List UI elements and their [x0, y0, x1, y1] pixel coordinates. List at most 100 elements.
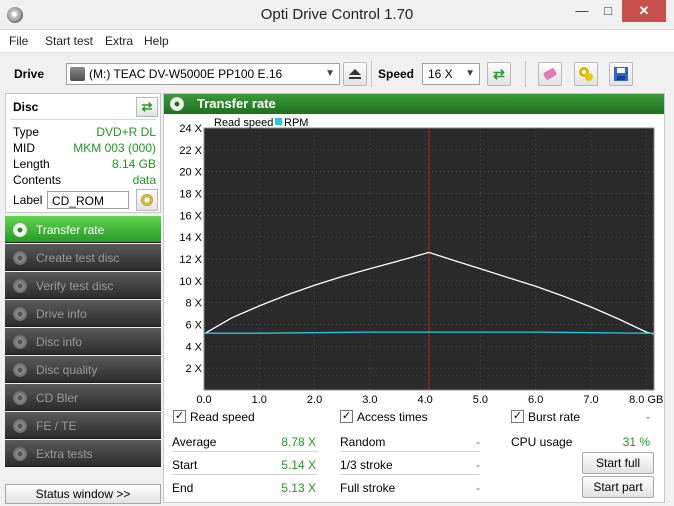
divider	[340, 474, 480, 475]
speed-value: 16 X	[428, 67, 453, 81]
disc-row-key: Contents	[13, 173, 62, 187]
label-key: Label	[13, 193, 43, 207]
disc-info-box: Disc ⇄ Type DVD+R DL MID MKM 003 (000) L…	[5, 93, 161, 213]
disc-icon	[170, 97, 184, 111]
nav-verify-test-disc[interactable]: Verify test disc	[5, 272, 161, 299]
nav-label: CD Bler	[36, 391, 79, 405]
speed-label: Speed	[378, 67, 415, 81]
y-tick-label: 6 X	[185, 320, 202, 332]
average-label: Average	[172, 435, 217, 449]
transfer-rate-panel: Transfer rate 2 X 4 X 6 X 8 X 10 X 12 X 14 X 16…	[163, 93, 665, 503]
x-tick-label: 2.0	[307, 394, 322, 406]
drive-value: (M:) TEAC DV-W5000E PP100 E.16	[89, 67, 283, 81]
nav-disc-info[interactable]: Disc info	[5, 328, 161, 355]
disc-row-value: 8.14 GB	[111, 157, 156, 171]
toolbar: Drive (M:) TEAC DV-W5000E PP100 E.16 ▼ S…	[0, 52, 674, 92]
one-third-stroke-label: 1/3 stroke	[340, 458, 393, 472]
eject-button[interactable]	[343, 62, 367, 86]
disc-icon	[13, 419, 27, 433]
end-value: 5.13 X	[281, 481, 316, 495]
y-tick-label: 8 X	[185, 298, 202, 310]
disc-label-button[interactable]	[136, 189, 158, 211]
nav-label: Disc info	[36, 335, 83, 349]
burst-rate-checkbox[interactable]: ✓	[511, 410, 524, 423]
nav-create-test-disc[interactable]: Create test disc	[5, 244, 161, 271]
menu-extra[interactable]: Extra	[105, 34, 133, 48]
nav-label: FE / TE	[36, 419, 77, 433]
close-button[interactable]: ✕	[622, 0, 666, 22]
y-tick-label: 22 X	[179, 145, 202, 157]
config-icon	[579, 67, 593, 81]
nav-cd-bler[interactable]: CD Bler	[5, 384, 161, 411]
drive-select[interactable]: (M:) TEAC DV-W5000E PP100 E.16 ▼	[66, 63, 340, 85]
save-button[interactable]	[609, 62, 633, 86]
transfer-rate-chart: 2 X 4 X 6 X 8 X 10 X 12 X 14 X 16 X 18 X 20 X 22 X…	[179, 117, 663, 406]
speed-select[interactable]: 16 X ▼	[422, 63, 480, 85]
start-value: 5.14 X	[281, 458, 316, 472]
y-tick-label: 10 X	[179, 276, 202, 288]
y-tick-label: 14 X	[179, 232, 202, 244]
x-axis: 0.0 1.0 2.0 3.0 4.0 5.0 6.0 7.0 8.0 GB	[196, 394, 663, 406]
burst-rate-check-label: Burst rate	[528, 410, 581, 424]
erase-button[interactable]	[538, 62, 562, 86]
disc-icon	[13, 307, 27, 321]
menu-help[interactable]: Help	[144, 34, 169, 48]
disc-icon	[13, 279, 27, 293]
disc-row-value: data	[132, 173, 156, 187]
full-stroke-label: Full stroke	[340, 481, 396, 495]
minimize-button[interactable]: —	[570, 0, 594, 22]
y-tick-label: 16 X	[179, 210, 202, 222]
disc-icon	[13, 335, 27, 349]
y-tick-label: 18 X	[179, 189, 202, 201]
divider	[340, 451, 480, 452]
status-window-button[interactable]: Status window >>	[5, 484, 161, 504]
nav-disc-quality[interactable]: Disc quality	[5, 356, 161, 383]
disc-row-value: DVD+R DL	[96, 125, 156, 139]
x-tick-label: 6.0	[528, 394, 543, 406]
disc-row-key: Type	[13, 125, 40, 139]
disc-refresh-button[interactable]: ⇄	[136, 97, 158, 117]
y-tick-label: 4 X	[185, 341, 202, 353]
nav-label: Verify test disc	[36, 279, 114, 293]
nav-fe-te[interactable]: FE / TE	[5, 412, 161, 439]
random-value: -	[476, 435, 480, 449]
menu-bar: File Start test Extra Help	[0, 30, 674, 52]
read-speed-checkbox[interactable]: ✓	[173, 410, 186, 423]
end-label: End	[172, 481, 194, 495]
x-tick-label: 7.0	[583, 394, 598, 406]
random-label: Random	[340, 435, 386, 449]
maximize-button[interactable]: □	[596, 0, 620, 22]
nav-extra-tests[interactable]: Extra tests	[5, 440, 161, 467]
nav-transfer-rate[interactable]: Transfer rate	[5, 216, 161, 243]
toolbar-separator	[525, 61, 526, 87]
nav-label: Drive info	[36, 307, 87, 321]
drive-label: Drive	[14, 67, 45, 81]
config-button[interactable]	[574, 62, 598, 86]
x-tick-label: 4.0	[417, 394, 432, 406]
panel-header: Transfer rate	[164, 94, 664, 114]
disc-row-key: Length	[13, 157, 50, 171]
start-full-button[interactable]: Start full	[582, 452, 654, 474]
disc-icon	[13, 391, 27, 405]
speed-refresh-button[interactable]: ⇄	[487, 62, 511, 86]
nav-label: Create test disc	[36, 251, 120, 265]
menu-file[interactable]: File	[9, 34, 28, 48]
nav-drive-info[interactable]: Drive info	[5, 300, 161, 327]
access-times-checkbox[interactable]: ✓	[340, 410, 353, 423]
burst-rate-value: -	[646, 410, 650, 424]
y-axis: 2 X 4 X 6 X 8 X 10 X 12 X 14 X 16 X 18 X 20 X 22 X…	[179, 123, 202, 375]
x-tick-label: 1.0	[252, 394, 267, 406]
disc-icon	[13, 447, 27, 461]
disc-row-key: MID	[13, 141, 35, 155]
cpu-usage-label: CPU usage	[511, 435, 573, 449]
y-tick-label: 2 X	[185, 363, 202, 375]
refresh-icon: ⇄	[141, 99, 153, 114]
read-speed-check-label: Read speed	[190, 410, 255, 424]
disc-header: Disc	[13, 100, 39, 114]
menu-start-test[interactable]: Start test	[45, 34, 93, 48]
chevron-down-icon: ▼	[465, 68, 475, 79]
label-input[interactable]: CD_ROM	[47, 191, 129, 209]
start-part-button[interactable]: Start part	[582, 476, 654, 498]
nav-label: Disc quality	[36, 363, 98, 377]
disc-icon	[13, 223, 27, 237]
